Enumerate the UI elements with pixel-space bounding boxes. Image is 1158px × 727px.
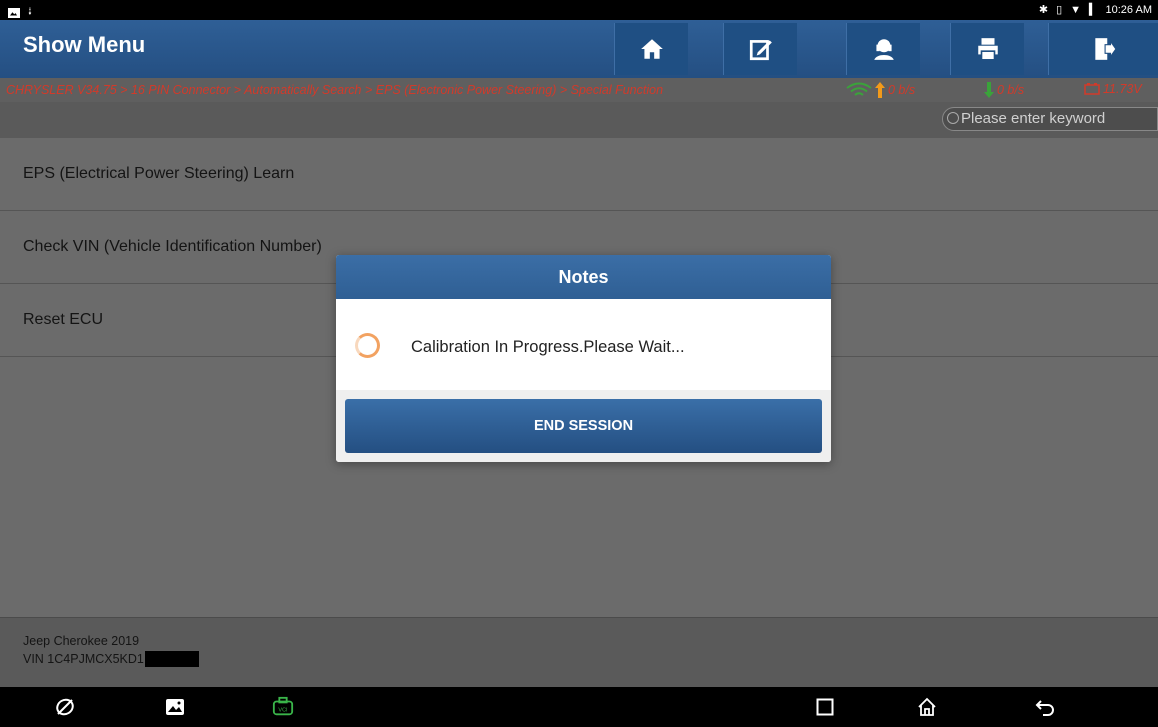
list-item-label: EPS (Electrical Power Steering) Learn [23,165,295,182]
status-bar: ⭭ ✱ ▯ ▼ ▍ 10:26 AM [0,0,1158,20]
exit-button[interactable] [1048,23,1158,75]
bluetooth-icon: ✱ [1038,4,1049,16]
wifi-icon: ▼ [1070,3,1082,16]
vci-nav-button[interactable]: VCI [272,696,294,718]
exit-icon [1094,38,1117,60]
list-item-eps-learn[interactable]: EPS (Electrical Power Steering) Learn [0,138,1158,211]
browser-icon [56,698,74,716]
back-icon [1035,700,1054,716]
car-battery-icon [1084,83,1100,95]
vehicle-info-footer: Jeep Cherokee 2019 VIN 1C4PJMCX5KD1 [0,617,1158,687]
dialog-message: Calibration In Progress.Please Wait... [411,338,685,356]
report-icon [749,40,772,61]
home-nav-icon [918,697,936,716]
upload-speed: 0 b/s [846,82,915,98]
search-input[interactable]: Please enter keyword [942,107,1158,131]
navigation-bar: VCI [0,687,1158,727]
end-session-button[interactable]: END SESSION [345,399,822,453]
home-nav-button[interactable] [916,696,938,718]
gallery-nav-button[interactable] [164,696,186,718]
breadcrumb: CHRYSLER V34.75 > 16 PIN Connector > Aut… [6,83,664,97]
gallery-icon [166,699,184,715]
recents-button[interactable] [814,696,836,718]
dialog-body: Calibration In Progress.Please Wait... [336,299,831,390]
breadcrumb-bar: CHRYSLER V34.75 > 16 PIN Connector > Aut… [0,78,1158,102]
search-placeholder: Please enter keyword [961,110,1106,127]
remote-support-button[interactable] [846,23,920,75]
dialog-title: Notes [336,255,831,299]
print-icon [977,38,998,61]
search-row: Please enter keyword [0,102,1158,138]
vci-icon: VCI [272,696,294,716]
search-icon [947,112,959,124]
wifi-signal-icon [846,82,872,96]
app-header: Show Menu [0,20,1158,78]
notes-dialog: Notes Calibration In Progress.Please Wai… [336,255,831,462]
list-item-label: Check VIN (Vehicle Identification Number… [23,238,322,255]
clock: 10:26 AM [1105,3,1152,16]
list-item-label: Reset ECU [23,311,104,328]
vehicle-model: Jeep Cherokee 2019 [23,634,140,648]
remote-support-icon [873,39,894,60]
vibrate-icon: ▯ [1056,4,1063,16]
print-button[interactable] [950,23,1024,75]
svg-text:VCI: VCI [278,708,288,714]
browser-nav-button[interactable] [54,696,76,718]
battery-icon: ▍ [1089,4,1098,16]
download-speed: 0 b/s [984,82,1024,98]
report-button[interactable] [723,23,797,75]
back-button[interactable] [1034,696,1056,718]
page-title: Show Menu [23,32,146,57]
vehicle-vin: VIN 1C4PJMCX5KD1 [23,651,199,667]
redaction-box [144,651,199,667]
loading-spinner-icon [355,333,380,358]
recents-icon [816,698,834,716]
gallery-notification-icon [8,7,20,18]
home-icon [640,39,663,59]
download-arrow-icon [984,82,994,98]
upload-arrow-icon [875,82,885,98]
battery-voltage: 11.73V [1084,82,1142,96]
dialog-footer: END SESSION [336,390,831,462]
home-button[interactable] [614,23,688,75]
